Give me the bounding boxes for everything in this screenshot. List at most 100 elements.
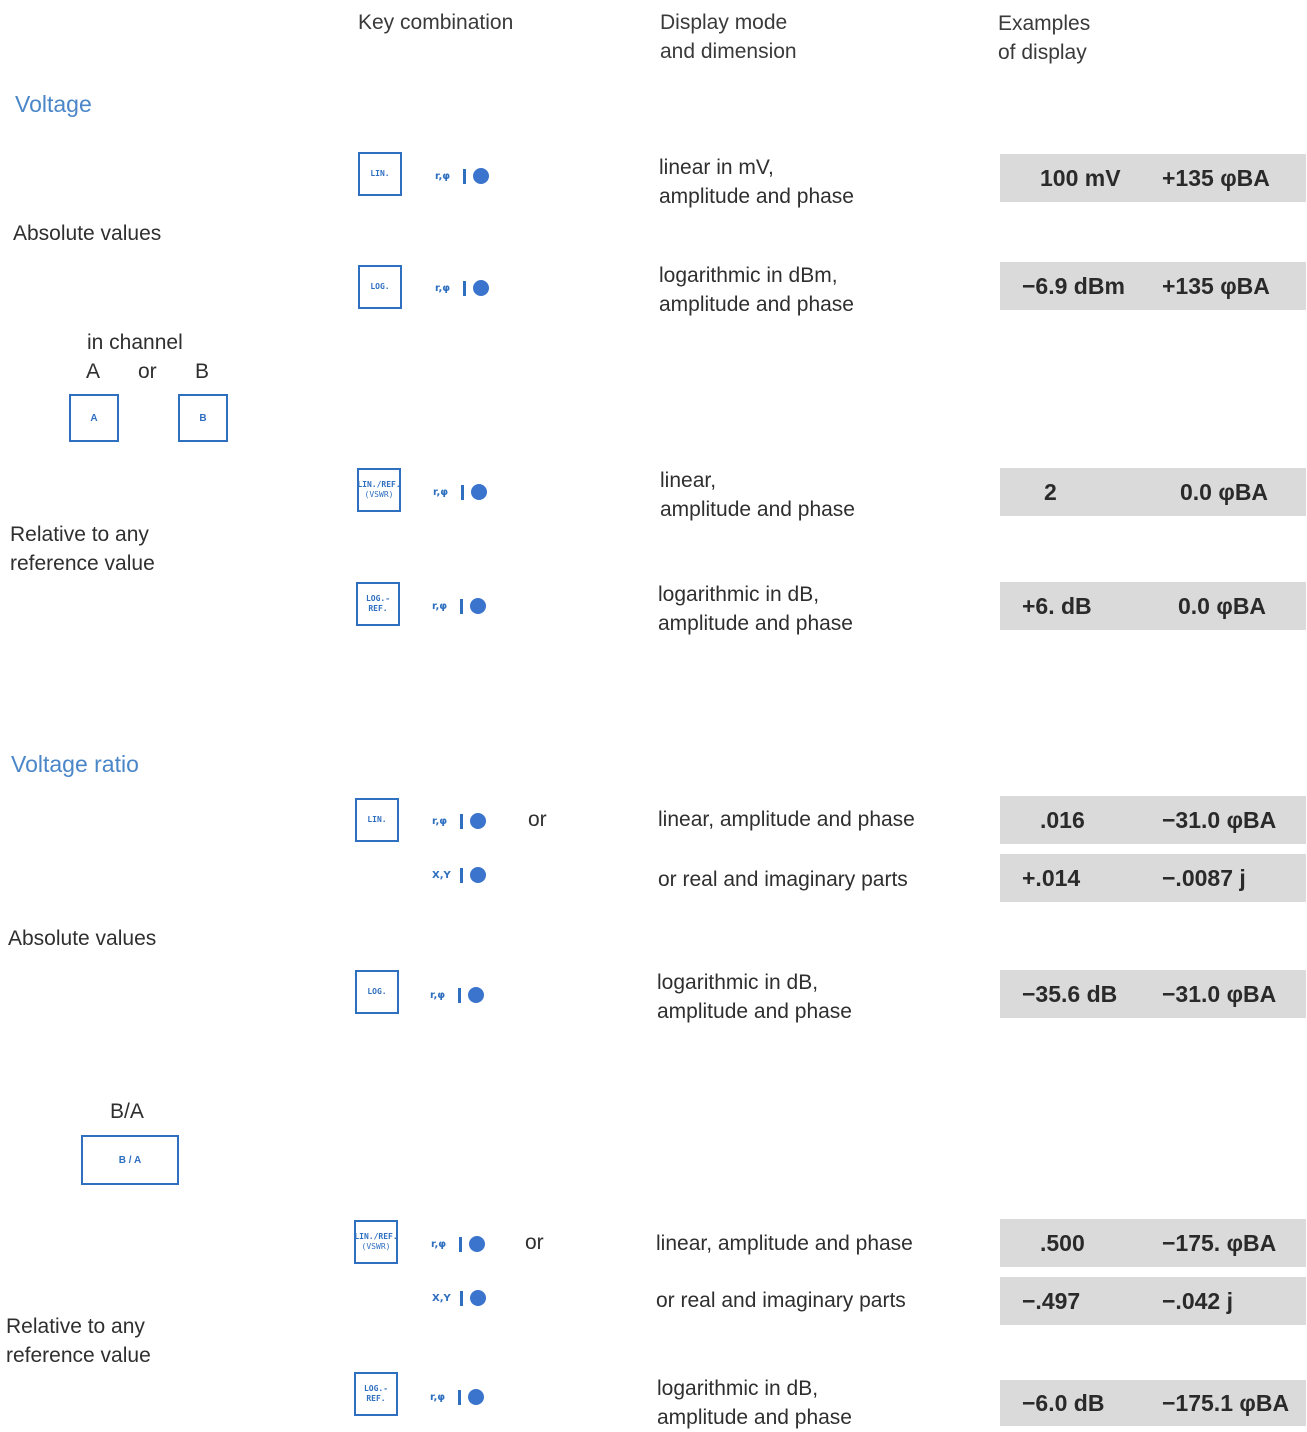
display-amplitude: 2 <box>1044 478 1057 505</box>
group-relative-ratio-line1: Relative to any <box>6 1315 145 1338</box>
lin-ref-key[interactable]: LIN./REF. (VSWR) <box>357 468 401 512</box>
rphi-indicator: r,φ <box>430 985 484 1005</box>
channel-title: in channel <box>87 331 183 354</box>
header-examples-line1: Examples <box>998 12 1091 35</box>
display-phase: −.0087 j <box>1162 864 1246 891</box>
group-relative-ratio-line2: reference value <box>6 1344 151 1367</box>
display-mode: linear, amplitude and phase <box>656 1229 913 1258</box>
display-amplitude: +.014 <box>1022 864 1081 891</box>
lin-ref-key-label: LIN./REF. <box>357 480 401 489</box>
separator <box>459 1236 462 1252</box>
display-phase: −.042 j <box>1162 1287 1233 1314</box>
led-icon <box>470 1290 486 1306</box>
display-mode-line2: amplitude and phase <box>659 293 854 316</box>
separator <box>460 1290 463 1306</box>
display-mode: logarithmic in dB, amplitude and phase <box>658 580 853 638</box>
header-display-mode-line2: and dimension <box>660 40 797 63</box>
separator <box>458 987 461 1003</box>
or-label: or <box>525 1231 544 1254</box>
section-voltage: Voltage <box>15 91 92 117</box>
lin-ref-key[interactable]: LIN./REF. (VSWR) <box>354 1220 398 1264</box>
rphi-label: r,φ <box>435 170 451 182</box>
display-example: +6. dB 0.0 φBA <box>1000 582 1306 630</box>
display-mode-line1: logarithmic in dB, <box>657 971 819 994</box>
lin-key[interactable]: LIN. <box>358 152 402 196</box>
rphi-indicator: r,φ <box>432 811 486 831</box>
led-icon <box>468 1389 484 1405</box>
rphi-indicator: r,φ <box>430 1387 484 1407</box>
display-example: .500 −175. φBA <box>1000 1219 1306 1267</box>
display-amplitude: .500 <box>1040 1229 1085 1256</box>
channel-a-key[interactable]: A <box>69 394 119 442</box>
display-mode-line1: logarithmic in dB, <box>658 583 820 606</box>
display-amplitude: −6.9 dBm <box>1022 272 1125 299</box>
group-relative-line2: reference value <box>10 552 155 575</box>
display-example: +.014 −.0087 j <box>1000 854 1306 902</box>
channel-b-key[interactable]: B <box>178 394 228 442</box>
header-display-mode: Display mode and dimension <box>660 8 797 66</box>
lin-key[interactable]: LIN. <box>355 798 399 842</box>
led-icon <box>468 987 484 1003</box>
display-mode-line1: linear, <box>660 469 717 492</box>
display-mode-line1: logarithmic in dB, <box>657 1377 819 1400</box>
display-mode-line1: logarithmic in dBm, <box>659 264 838 287</box>
rphi-label: r,φ <box>432 815 448 827</box>
led-icon <box>470 813 486 829</box>
display-mode: or real and imaginary parts <box>658 865 908 894</box>
display-phase: +135 φBA <box>1162 164 1270 191</box>
display-example: −6.0 dB −175.1 φBA <box>1000 1380 1306 1426</box>
led-icon <box>473 280 489 296</box>
display-mode-line2: amplitude and phase <box>659 185 854 208</box>
display-mode: linear, amplitude and phase <box>660 466 855 524</box>
display-phase: −31.0 φBA <box>1162 980 1277 1007</box>
display-amplitude: +6. dB <box>1022 592 1092 619</box>
separator <box>463 280 466 296</box>
rphi-label: r,φ <box>430 989 446 1001</box>
led-icon <box>469 1236 485 1252</box>
header-key-combination: Key combination <box>358 11 514 34</box>
display-mode: or real and imaginary parts <box>656 1286 906 1315</box>
group-relative-line1: Relative to any <box>10 523 149 546</box>
display-mode-line1: linear, amplitude and phase <box>658 808 915 831</box>
display-mode-line1: linear, amplitude and phase <box>656 1232 913 1255</box>
display-mode-line2: amplitude and phase <box>657 1000 852 1023</box>
display-example: −35.6 dB −31.0 φBA <box>1000 970 1306 1018</box>
rphi-indicator: r,φ <box>431 1234 485 1254</box>
separator <box>460 813 463 829</box>
header-examples-line2: of display <box>998 41 1087 64</box>
display-mode-line2: amplitude and phase <box>658 612 853 635</box>
log-key[interactable]: LOG. <box>358 265 402 309</box>
display-example: 2 0.0 φBA <box>1000 468 1306 516</box>
display-example: −6.9 dBm +135 φBA <box>1000 262 1306 310</box>
ratio-ba-key[interactable]: B / A <box>81 1135 179 1185</box>
separator <box>463 168 466 184</box>
group-absolute-values: Absolute values <box>13 222 162 245</box>
rphi-indicator: r,φ <box>435 278 489 298</box>
log-key[interactable]: LOG. <box>355 970 399 1014</box>
display-mode: logarithmic in dBm, amplitude and phase <box>659 261 854 319</box>
rphi-label: r,φ <box>430 1391 446 1403</box>
display-phase: 0.0 φBA <box>1178 592 1267 619</box>
display-example: −.497 −.042 j <box>1000 1277 1306 1325</box>
display-mode: linear, amplitude and phase <box>658 805 915 834</box>
display-example: 100 mV +135 φBA <box>1000 154 1306 202</box>
group-absolute-values-ratio: Absolute values <box>8 927 157 950</box>
led-icon <box>471 484 487 500</box>
display-mode-line2: amplitude and phase <box>657 1406 852 1429</box>
display-mode-line1: or real and imaginary parts <box>656 1289 906 1312</box>
rphi-label: r,φ <box>433 486 449 498</box>
xy-indicator: X,Y <box>432 865 486 885</box>
log-ref-key[interactable]: LOG.-REF. <box>356 582 400 626</box>
vswr-key-label: (VSWR) <box>364 490 394 499</box>
display-example: .016 −31.0 φBA <box>1000 796 1306 844</box>
rphi-label: r,φ <box>431 1238 447 1250</box>
vswr-key-label: (VSWR) <box>361 1242 391 1251</box>
channel-a-label: A <box>86 360 101 383</box>
display-phase: 0.0 φBA <box>1180 478 1269 505</box>
xy-label: X,Y <box>432 1292 451 1304</box>
rphi-indicator: r,φ <box>432 596 486 616</box>
display-phase: +135 φBA <box>1162 272 1270 299</box>
group-relative-values-ratio: Relative to any reference value <box>6 1312 151 1370</box>
log-ref-key[interactable]: LOG.-REF. <box>354 1372 398 1416</box>
ratio-ba-label: B/A <box>110 1100 144 1123</box>
